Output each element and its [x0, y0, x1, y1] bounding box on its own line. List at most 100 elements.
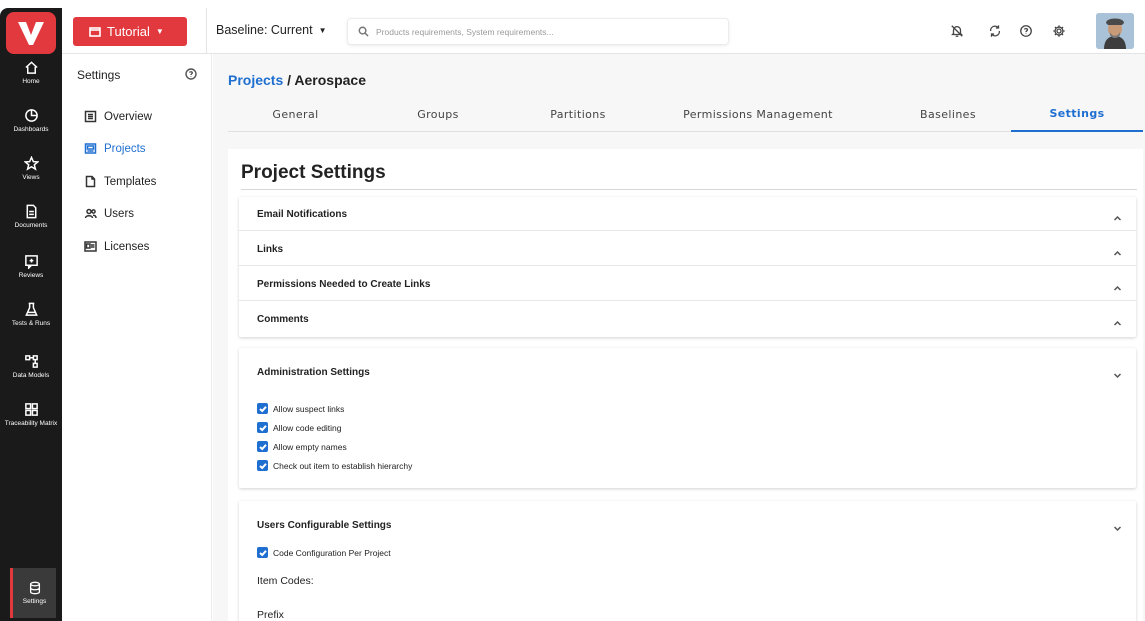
rail-item-label: Tests & Runs: [11, 320, 51, 327]
checkbox-checked-icon[interactable]: [257, 441, 268, 452]
rail-item-reviews[interactable]: Reviews: [0, 254, 62, 279]
chevron-up-icon: [1113, 280, 1122, 298]
sidebar-item-projects[interactable]: Projects: [84, 142, 146, 155]
divider: [206, 8, 207, 54]
chevron-down-icon[interactable]: [1113, 367, 1122, 385]
accordion-email-notifications[interactable]: Email Notifications: [239, 197, 1136, 231]
projects-icon: [84, 143, 97, 154]
rail-item-label: Documents: [14, 222, 48, 229]
sidebar-item-templates[interactable]: Templates: [84, 175, 156, 188]
tab-permissions-management[interactable]: Permissions Management: [658, 96, 858, 132]
rail-item-label: Reviews: [18, 272, 44, 279]
app-logo[interactable]: [6, 12, 56, 54]
sidebar-item-label: Projects: [104, 142, 146, 155]
rail-item-label: Data Models: [12, 372, 50, 379]
template-icon: [85, 175, 96, 188]
rail-item-traceability-matrix[interactable]: Traceability Matrix: [0, 402, 62, 427]
tab-groups[interactable]: Groups: [373, 96, 503, 132]
prefix-label: Prefix: [257, 609, 284, 621]
help-icon: [1020, 25, 1032, 37]
left-rail: Home Dashboards Views Documents Reviews …: [0, 8, 62, 621]
project-settings-panel: Project Settings Email Notifications Lin…: [228, 149, 1143, 621]
rail-settings-label: Settings: [22, 598, 47, 605]
project-selector-button[interactable]: Tutorial ▼: [73, 17, 187, 46]
project-selector-label: Tutorial: [107, 24, 150, 39]
sync-button[interactable]: [988, 24, 1004, 40]
star-icon: [23, 156, 39, 171]
accordion-title: Links: [257, 244, 284, 255]
rail-item-home[interactable]: Home: [0, 60, 62, 85]
accordion-title: Email Notifications: [257, 209, 348, 220]
tab-partitions[interactable]: Partitions: [513, 96, 643, 132]
search-bar: [347, 18, 729, 45]
database-icon: [29, 581, 40, 595]
sidebar-item-overview[interactable]: Overview: [84, 110, 152, 123]
notifications-off-button[interactable]: [950, 24, 966, 40]
help-button[interactable]: [1019, 24, 1035, 40]
home-icon: [24, 61, 38, 74]
baseline-label: Baseline: Current: [216, 23, 313, 37]
sidebar-item-users[interactable]: Users: [84, 207, 134, 220]
rail-item-label: Dashboards: [13, 126, 49, 133]
search-icon: [358, 26, 369, 37]
avatar[interactable]: [1096, 13, 1134, 49]
gear-icon: [1053, 25, 1065, 37]
accordion-links[interactable]: Links: [239, 232, 1136, 266]
rail-item-tests-runs[interactable]: Tests & Runs: [0, 302, 62, 327]
tab-settings[interactable]: Settings: [1011, 96, 1143, 132]
rail-item-settings[interactable]: Settings: [10, 568, 56, 618]
accordion-comments[interactable]: Comments: [239, 302, 1136, 336]
sidebar-help-button[interactable]: [185, 67, 197, 85]
review-icon: [24, 255, 38, 269]
rail-item-dashboards[interactable]: Dashboards: [0, 108, 62, 133]
sidebar-item-label: Users: [104, 207, 135, 220]
sidebar-item-label: Licenses: [104, 240, 150, 253]
item-codes-label: Item Codes:: [257, 575, 314, 587]
rail-item-label: Views: [22, 174, 40, 181]
checkbox-allow-code-editing[interactable]: Allow code editing: [257, 422, 342, 433]
rail-item-views[interactable]: Views: [0, 156, 62, 181]
accordion-permissions-links[interactable]: Permissions Needed to Create Links: [239, 267, 1136, 301]
checkbox-label: Allow suspect links: [273, 403, 345, 414]
chevron-up-icon: [1113, 245, 1122, 263]
breadcrumb-current: / Aerospace: [283, 72, 366, 88]
checkbox-allow-empty-names[interactable]: Allow empty names: [257, 441, 347, 452]
checkbox-label: Allow empty names: [273, 441, 347, 452]
checkbox-code-configuration-per-project[interactable]: Code Configuration Per Project: [257, 547, 391, 558]
checkbox-check-out-hierarchy[interactable]: Check out item to establish hierarchy: [257, 460, 412, 471]
sidebar-item-label: Templates: [104, 175, 157, 188]
checkbox-checked-icon[interactable]: [257, 403, 268, 414]
checkbox-allow-suspect-links[interactable]: Allow suspect links: [257, 403, 344, 414]
settings-button[interactable]: [1052, 24, 1068, 40]
overview-icon: [84, 110, 97, 123]
rail-item-data-models[interactable]: Data Models: [0, 354, 62, 379]
checkbox-label: Check out item to establish hierarchy: [273, 460, 413, 471]
baseline-selector[interactable]: Baseline: Current ▼: [216, 23, 327, 37]
sidebar-title: Settings: [77, 68, 121, 82]
sidebar-item-licenses[interactable]: Licenses: [84, 240, 149, 253]
accordion-group: Email Notifications Links Permissions Ne…: [239, 197, 1136, 337]
checkbox-checked-icon[interactable]: [257, 460, 268, 471]
divider: [241, 189, 1137, 190]
tab-baselines[interactable]: Baselines: [878, 96, 1018, 132]
flask-icon: [24, 302, 38, 316]
user-avatar-icon: [1096, 13, 1134, 49]
search-input[interactable]: [376, 26, 716, 37]
data-model-icon: [24, 355, 38, 368]
main-panel: Projects / Aerospace General Groups Part…: [213, 54, 1145, 621]
breadcrumb-projects-link[interactable]: Projects: [228, 72, 283, 88]
chevron-up-icon: [1113, 210, 1122, 228]
rail-item-documents[interactable]: Documents: [0, 204, 62, 229]
page-title: Project Settings: [241, 162, 386, 183]
license-icon: [84, 241, 97, 252]
tab-general[interactable]: General: [228, 96, 363, 132]
checkbox-checked-icon[interactable]: [257, 422, 268, 433]
document-icon: [26, 204, 36, 219]
rail-item-label: Traceability Matrix: [4, 420, 58, 427]
folder-icon: [89, 26, 101, 37]
caret-down-icon: ▼: [318, 25, 327, 35]
matrix-icon: [24, 403, 38, 416]
checkbox-checked-icon[interactable]: [257, 547, 268, 558]
chevron-down-icon[interactable]: [1113, 520, 1122, 538]
accordion-title: Permissions Needed to Create Links: [257, 279, 431, 290]
